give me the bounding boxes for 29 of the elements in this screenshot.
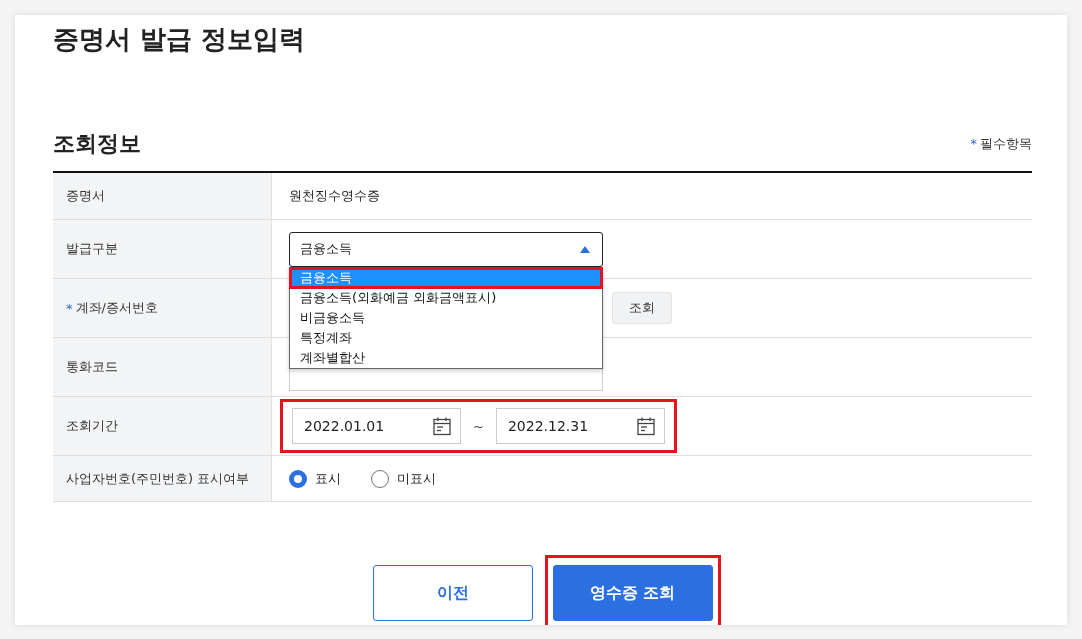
radio-button[interactable]: [289, 469, 307, 488]
row-label: 증명서: [66, 187, 105, 205]
range-separator: ~: [473, 418, 484, 434]
date-field[interactable]: 2022.12.31: [495, 408, 665, 444]
date-field[interactable]: 2022.01.01: [292, 408, 461, 444]
lookup-button[interactable]: 조회: [612, 292, 672, 324]
radio-label[interactable]: 미표시: [397, 469, 436, 488]
dropdown-option[interactable]: 계좌별합산: [290, 347, 602, 368]
row-label: 사업자번호(주민번호) 표시여부: [66, 469, 250, 488]
calendar-icon[interactable]: [635, 416, 656, 436]
receipt-lookup-button[interactable]: 영수증 조회: [552, 565, 713, 621]
dropdown-option[interactable]: 금융소득(외화예금 외화금액표시): [290, 287, 602, 308]
row-value: 원천징수영수증: [289, 187, 380, 205]
radio-label[interactable]: 표시: [315, 469, 341, 488]
back-button[interactable]: 이전: [372, 565, 533, 621]
calendar-icon[interactable]: [432, 416, 452, 436]
row-label: 조회기간: [66, 417, 118, 435]
required-note: 필수항목: [980, 136, 1032, 151]
caret-icon: [580, 245, 590, 253]
select-field[interactable]: 금융소득: [289, 231, 603, 267]
dropdown-option[interactable]: 비금융소득: [290, 307, 602, 328]
page-title: 증명서 발급 정보입력: [53, 23, 307, 56]
row-label: 계좌/증서번호: [75, 299, 158, 317]
required-mark: *: [970, 136, 977, 151]
dropdown-option[interactable]: 특정계좌: [290, 327, 602, 348]
row-label: 발급구분: [66, 240, 118, 258]
section-title: 조회정보: [53, 130, 141, 158]
required-mark: *: [66, 300, 73, 316]
row-label: 통화코드: [66, 358, 118, 376]
